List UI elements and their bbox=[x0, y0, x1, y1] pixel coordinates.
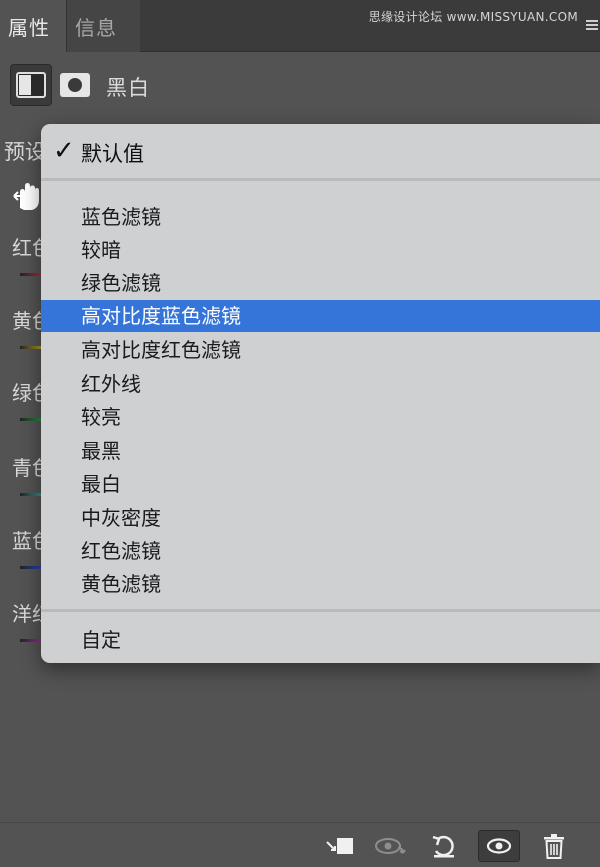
layer-mask-icon[interactable] bbox=[58, 68, 92, 102]
watermark-text: 思缘设计论坛 www.MISSYUAN.COM bbox=[368, 10, 578, 24]
trash-icon[interactable] bbox=[536, 830, 572, 862]
preset-label: 预设 bbox=[4, 140, 46, 164]
tab-properties[interactable]: 属性 bbox=[0, 0, 66, 53]
menu-item[interactable]: 最黑 bbox=[41, 435, 600, 467]
menu-item[interactable]: 较亮 bbox=[41, 401, 600, 433]
adjustment-header: 黑白 bbox=[0, 52, 600, 118]
reset-icon[interactable] bbox=[426, 830, 462, 862]
menu-item[interactable]: 红外线 bbox=[41, 368, 600, 400]
menu-item-label: 默认值 bbox=[81, 142, 144, 166]
menu-item[interactable]: 绿色滤镜 bbox=[41, 267, 600, 299]
menu-separator bbox=[41, 178, 600, 181]
menu-item-default[interactable]: ✓ 默认值 bbox=[41, 134, 600, 168]
panel-bottom-toolbar bbox=[0, 822, 600, 867]
menu-separator bbox=[41, 609, 600, 612]
tab-info[interactable]: 信息 bbox=[66, 0, 140, 52]
properties-panel: 属性 信息 思缘设计论坛 www.MISSYUAN.COM 黑白 预设 红色 黄… bbox=[0, 0, 600, 867]
black-white-adjustment-icon[interactable] bbox=[10, 64, 52, 106]
menu-item[interactable]: 最白 bbox=[41, 468, 600, 500]
visibility-eye-icon[interactable] bbox=[478, 830, 520, 862]
menu-item[interactable]: 中灰密度 bbox=[41, 502, 600, 534]
menu-item[interactable]: 高对比度红色滤镜 bbox=[41, 334, 600, 366]
menu-item-selected[interactable]: 高对比度蓝色滤镜 bbox=[41, 300, 600, 332]
view-previous-state-icon[interactable] bbox=[372, 830, 408, 862]
clip-to-layer-icon[interactable] bbox=[322, 830, 358, 862]
panel-tab-bar: 属性 信息 思缘设计论坛 www.MISSYUAN.COM bbox=[0, 0, 600, 53]
adjustment-title: 黑白 bbox=[106, 76, 150, 100]
preset-dropdown-menu: ✓ 默认值 蓝色滤镜 较暗 绿色滤镜 高对比度蓝色滤镜 高对比度红色滤镜 红外线… bbox=[41, 124, 600, 663]
menu-item[interactable]: 蓝色滤镜 bbox=[41, 201, 600, 233]
targeted-adjustment-hand-icon[interactable] bbox=[12, 178, 42, 212]
menu-item[interactable]: 黄色滤镜 bbox=[41, 568, 600, 600]
checkmark-icon: ✓ bbox=[53, 136, 75, 166]
menu-item[interactable]: 红色滤镜 bbox=[41, 535, 600, 567]
menu-item-custom[interactable]: 自定 bbox=[41, 624, 600, 656]
menu-item[interactable]: 较暗 bbox=[41, 234, 600, 266]
panel-menu-icon[interactable] bbox=[586, 20, 598, 30]
